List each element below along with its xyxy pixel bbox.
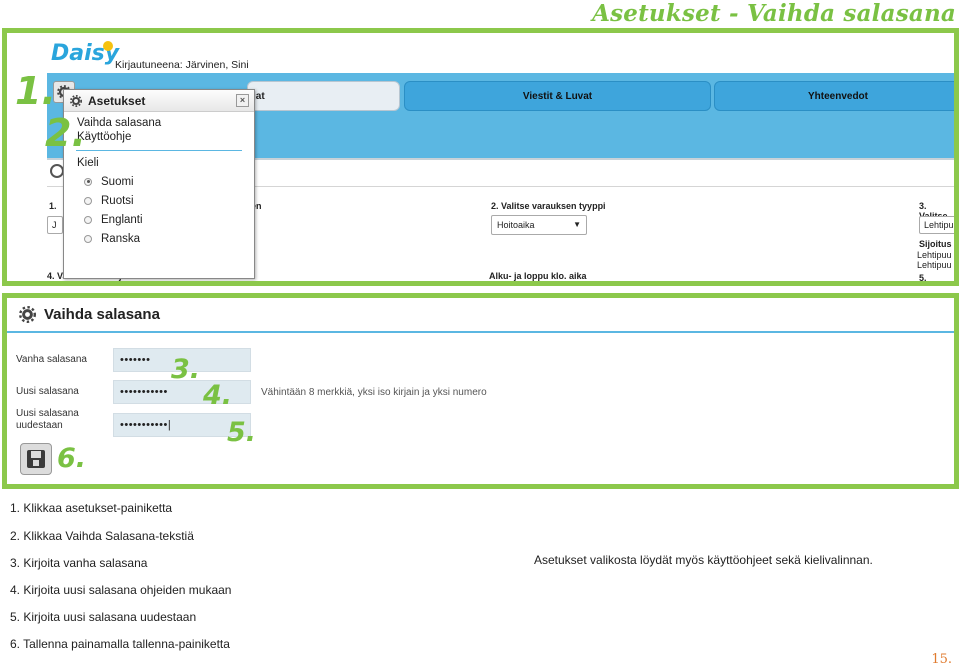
language-label: Ruotsi bbox=[101, 194, 134, 207]
step-marker-4: 4. bbox=[203, 380, 233, 411]
dropdown-arrow-icon: ▼ bbox=[573, 220, 581, 229]
repeat-password-label: Uusi salasana uudestaan bbox=[16, 408, 79, 432]
settings-menu-title: Asetukset bbox=[88, 93, 146, 108]
repeat-label-line: uudestaan bbox=[16, 420, 63, 431]
step-marker-2: 2. bbox=[45, 111, 86, 155]
tab-label: Yhteenvedot bbox=[807, 90, 868, 102]
instruction-item: 1. Klikkaa asetukset-painiketta bbox=[10, 501, 173, 515]
step-marker-1: 1. bbox=[15, 69, 56, 113]
select-value: Hoitoaika bbox=[497, 220, 535, 230]
gear-icon bbox=[70, 94, 82, 107]
instruction-item: 6. Tallenna painamalla tallenna-painiket… bbox=[10, 637, 230, 651]
reservation-type-select[interactable]: Hoitoaika ▼ bbox=[491, 215, 587, 235]
language-label: Suomi bbox=[101, 175, 134, 188]
tab-varaukset[interactable]: jat bbox=[247, 81, 400, 111]
tab-yhteenvedot[interactable]: Yhteenvedot bbox=[714, 81, 954, 111]
step2-label: 2. Valitse varauksen tyyppi bbox=[491, 201, 606, 211]
instruction-item: 3. Kirjoita vanha salasana bbox=[10, 556, 148, 570]
change-password-title-text: Vaihda salasana bbox=[44, 306, 160, 323]
page-title: Asetukset - Vaihda salasana bbox=[592, 0, 956, 27]
gear-icon bbox=[19, 306, 36, 323]
clock-icon bbox=[50, 164, 64, 178]
repeat-label-line: Uusi salasana bbox=[16, 408, 79, 419]
radio-icon[interactable] bbox=[84, 234, 92, 243]
settings-menu: Asetukset × Vaihda salasana Käyttöohje K… bbox=[63, 89, 255, 279]
screenshot-panel-settings: Daisy Kirjautuneena: Järvinen, Sini jat … bbox=[2, 28, 959, 286]
language-label: Englanti bbox=[101, 213, 143, 226]
instruction-item: 5. Kirjoita uusi salasana uudestaan bbox=[10, 610, 197, 624]
menu-item-user-guide[interactable]: Käyttöohje bbox=[64, 130, 254, 144]
sijoitus-label: Sijoitus bbox=[919, 239, 952, 249]
language-label: Ranska bbox=[101, 232, 140, 245]
page-number: 15. bbox=[931, 652, 952, 667]
sijoitus-line: Lehtipuu bbox=[917, 250, 952, 260]
language-option-ranska[interactable]: Ranska bbox=[64, 229, 254, 248]
unit-select[interactable]: Lehtipuu bbox=[919, 216, 954, 234]
menu-item-change-password[interactable]: Vaihda salasana bbox=[64, 116, 254, 130]
radio-icon[interactable] bbox=[84, 196, 92, 205]
divider bbox=[7, 331, 954, 333]
settings-menu-header: Asetukset × bbox=[64, 90, 254, 112]
sijoitus-line: Lehtipuu bbox=[917, 260, 952, 270]
settings-note: Asetukset valikosta löydät myös käyttöoh… bbox=[534, 553, 873, 567]
step-marker-3: 3. bbox=[171, 354, 201, 385]
change-password-title: Vaihda salasana bbox=[19, 306, 160, 323]
new-password-label: Uusi salasana bbox=[16, 386, 79, 397]
close-icon[interactable]: × bbox=[236, 94, 249, 107]
tab-viestit-luvat[interactable]: Viestit & Luvat bbox=[404, 81, 711, 111]
save-button[interactable] bbox=[20, 443, 52, 475]
radio-icon[interactable] bbox=[84, 215, 92, 224]
divider bbox=[76, 150, 242, 151]
step5-label: 5. Valitse bbox=[919, 273, 927, 283]
language-option-englanti[interactable]: Englanti bbox=[64, 210, 254, 229]
instruction-item: 2. Klikkaa Vaihda Salasana-tekstiä bbox=[10, 529, 194, 543]
instruction-item: 4. Kirjoita uusi salasana ohjeiden mukaa… bbox=[10, 583, 232, 597]
child-select[interactable]: J bbox=[47, 216, 63, 234]
old-password-label: Vanha salasana bbox=[16, 354, 87, 365]
language-option-ruotsi[interactable]: Ruotsi bbox=[64, 191, 254, 210]
step1-label: 1. bbox=[49, 201, 57, 211]
step-marker-5: 5. bbox=[227, 417, 257, 448]
language-option-suomi[interactable]: Suomi bbox=[64, 172, 254, 191]
logged-in-user: Kirjautuneena: Järvinen, Sini bbox=[115, 59, 249, 71]
save-icon bbox=[27, 450, 45, 468]
radio-icon[interactable] bbox=[84, 177, 92, 186]
password-hint: Vähintään 8 merkkiä, yksi iso kirjain ja… bbox=[261, 387, 487, 398]
language-heading: Kieli bbox=[77, 157, 99, 169]
screenshot-panel-change-password: Vaihda salasana Vanha salasana ••••••• U… bbox=[2, 293, 959, 489]
tab-label: Viestit & Luvat bbox=[522, 90, 593, 102]
logo-flower-icon bbox=[103, 41, 113, 51]
time-range-label: Alku- ja loppu klo. aika bbox=[489, 271, 587, 281]
step-marker-6: 6. bbox=[57, 443, 87, 474]
